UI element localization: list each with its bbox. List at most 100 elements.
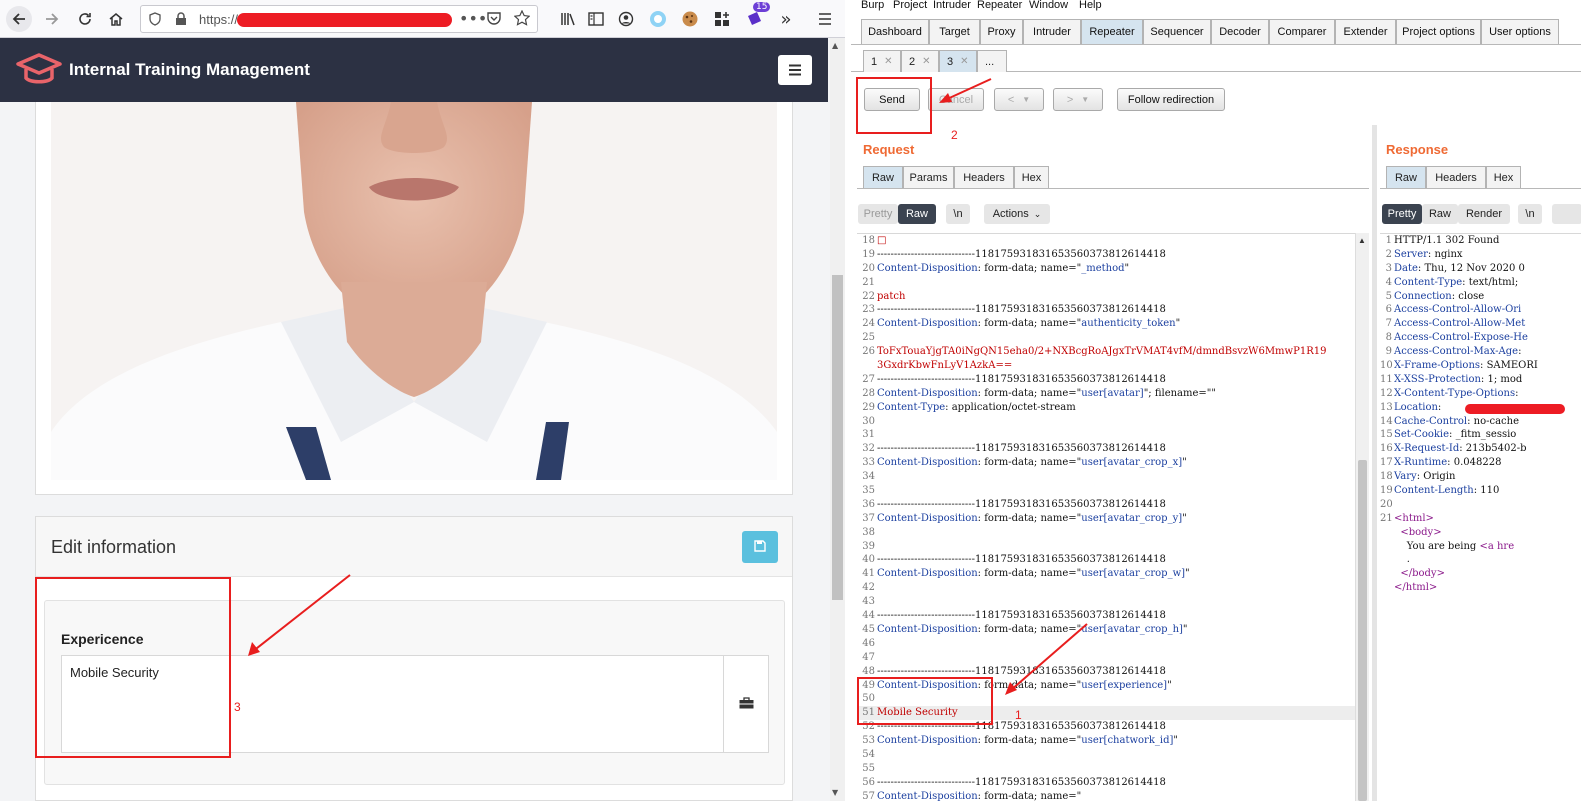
header-name: Content-Disposition xyxy=(877,735,978,747)
header-value: : form-data; name=" xyxy=(977,568,1082,580)
follow-redirection-button[interactable]: Follow redirection xyxy=(1117,88,1225,111)
extension-plus-icon[interactable] xyxy=(709,6,735,32)
response-editor[interactable]: 1 HTTP/1.1 302 Found 2 Server: nginx 3 Date: … xyxy=(1380,233,1581,801)
request-tab-raw[interactable]: Raw xyxy=(863,166,903,188)
tab-sequencer[interactable]: Sequencer xyxy=(1143,19,1211,44)
back-arrow-icon[interactable] xyxy=(6,6,32,32)
request-tab-hex[interactable]: Hex xyxy=(1014,166,1049,188)
overflow-chevron-icon[interactable]: » xyxy=(773,6,799,32)
extension-circle-icon[interactable] xyxy=(645,6,671,32)
scroll-down-icon[interactable]: ▼ xyxy=(832,788,838,797)
close-icon[interactable]: ✕ xyxy=(922,56,930,67)
menu-project[interactable]: Project xyxy=(893,0,927,11)
page-scrollbar-thumb[interactable] xyxy=(832,275,843,600)
tab-project-options[interactable]: Project options xyxy=(1396,19,1481,44)
forward-arrow-icon[interactable] xyxy=(39,6,65,32)
tab-dashboard[interactable]: Dashboard xyxy=(861,19,929,44)
annotation-number-3: 3 xyxy=(234,700,241,714)
code-line: 25 xyxy=(857,331,1361,345)
response-actions-button[interactable] xyxy=(1552,204,1581,224)
actions-label: Actions xyxy=(992,208,1029,220)
line-number: 43 xyxy=(862,596,875,608)
response-pretty-button[interactable]: Pretty xyxy=(1382,204,1422,224)
response-raw-button[interactable]: Raw xyxy=(1422,204,1458,224)
code-line: 23 -----------------------------118175931… xyxy=(857,303,1361,317)
history-back-button[interactable]: < ▼ xyxy=(994,88,1044,111)
header-name: Content-Disposition xyxy=(877,318,978,330)
response-tab-hex[interactable]: Hex xyxy=(1486,166,1521,188)
tab-intruder[interactable]: Intruder xyxy=(1023,19,1081,44)
app-brand[interactable]: Internal Training Management xyxy=(69,60,310,80)
history-forward-button[interactable]: > ▼ xyxy=(1053,88,1103,111)
code-text: patch xyxy=(877,290,906,302)
scroll-up-icon[interactable]: ▲ xyxy=(1358,236,1366,245)
menu-window[interactable]: Window xyxy=(1029,0,1068,11)
tab-target[interactable]: Target xyxy=(929,19,980,44)
response-tab-headers[interactable]: Headers xyxy=(1426,166,1486,188)
tab-extender[interactable]: Extender xyxy=(1335,19,1396,44)
tab-comparer[interactable]: Comparer xyxy=(1269,19,1335,44)
home-icon[interactable] xyxy=(103,6,129,32)
repeater-tab-3[interactable]: 3 ✕ xyxy=(939,50,977,72)
annotation-number-2: 2 xyxy=(951,128,958,142)
request-newline-button[interactable]: \n xyxy=(946,204,970,224)
library-icon[interactable] xyxy=(555,6,581,32)
tab-user-options[interactable]: User options xyxy=(1481,19,1559,44)
field-name: user[avatar] xyxy=(1081,387,1144,399)
code-line: 37 Content-Disposition: form-data; name="… xyxy=(857,512,1361,526)
request-tab-headers[interactable]: Headers xyxy=(954,166,1014,188)
extension-badge-icon[interactable]: 15 xyxy=(741,2,771,32)
sidebar-icon[interactable] xyxy=(583,6,609,32)
tab-proxy[interactable]: Proxy xyxy=(980,19,1023,44)
request-tab-params[interactable]: Params xyxy=(903,166,954,188)
more-dots-icon[interactable]: ••• xyxy=(459,9,487,28)
request-pretty-button[interactable]: Pretty xyxy=(858,204,898,224)
cookie-icon[interactable] xyxy=(677,6,703,32)
burp-main-tabs: Dashboard Target Proxy Intruder Repeater… xyxy=(851,19,1581,45)
code-text: " xyxy=(1175,318,1181,330)
line-number: 17 xyxy=(1380,457,1393,469)
redaction-mark xyxy=(1465,404,1565,414)
lock-icon[interactable] xyxy=(175,12,187,29)
experience-addon xyxy=(724,655,769,753)
menu-help[interactable]: Help xyxy=(1079,0,1102,11)
account-icon[interactable] xyxy=(613,6,639,32)
close-icon[interactable]: ✕ xyxy=(960,56,968,67)
header-name: Connection xyxy=(1394,290,1452,302)
response-tab-raw[interactable]: Raw xyxy=(1386,166,1426,188)
request-raw-button[interactable]: Raw xyxy=(898,204,936,224)
reload-icon[interactable] xyxy=(72,6,98,32)
request-scrollbar-thumb[interactable] xyxy=(1358,460,1367,801)
code-line: 38 xyxy=(857,526,1361,540)
header-name: X-Frame-Options xyxy=(1394,360,1481,372)
response-newline-button[interactable]: \n xyxy=(1518,204,1542,224)
tab-decoder[interactable]: Decoder xyxy=(1211,19,1269,44)
request-actions-button[interactable]: Actions ⌄ xyxy=(984,204,1050,224)
menu-intruder[interactable]: Intruder xyxy=(933,0,971,11)
menu-icon[interactable] xyxy=(812,6,838,32)
response-render-button[interactable]: Render xyxy=(1458,204,1510,224)
code-line: 30 xyxy=(857,415,1361,429)
header-name: Content-Type xyxy=(1394,276,1463,288)
pocket-icon[interactable] xyxy=(486,11,502,29)
scroll-up-icon[interactable]: ▲ xyxy=(832,41,838,50)
save-button[interactable] xyxy=(742,531,778,563)
nav-toggle-button[interactable] xyxy=(778,55,812,85)
url-bar[interactable]: https:// ••• xyxy=(140,5,538,33)
line-number: 47 xyxy=(862,651,875,663)
menu-burp[interactable]: Burp xyxy=(861,0,884,11)
line-number: 55 xyxy=(862,762,875,774)
tab-repeater[interactable]: Repeater xyxy=(1081,19,1143,44)
pane-divider[interactable] xyxy=(1372,125,1377,801)
star-icon[interactable] xyxy=(513,9,531,29)
extension-badge-count: 15 xyxy=(753,2,771,12)
close-icon[interactable]: ✕ xyxy=(884,56,892,67)
line-number: 19 xyxy=(1380,485,1393,497)
repeater-tab-1[interactable]: 1 ✕ xyxy=(863,50,901,72)
menu-repeater[interactable]: Repeater xyxy=(977,0,1022,11)
repeater-tab-new[interactable]: ... xyxy=(977,50,1007,72)
repeater-tab-2[interactable]: 2 ✕ xyxy=(901,50,939,72)
header-value: : xyxy=(1437,401,1442,413)
shield-icon[interactable] xyxy=(149,12,161,29)
line-number: 11 xyxy=(1380,373,1393,385)
